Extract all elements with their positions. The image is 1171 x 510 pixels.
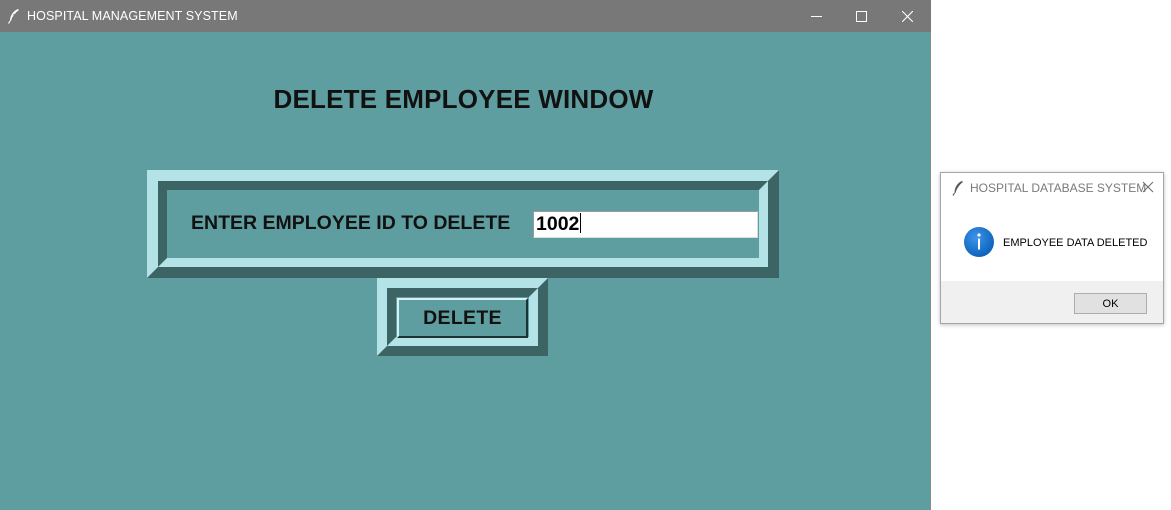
window-title: HOSPITAL MANAGEMENT SYSTEM [27,9,238,23]
feather-icon [7,8,21,24]
minimize-icon [810,15,822,17]
employee-id-value: 1002 [536,213,580,235]
dialog-title: HOSPITAL DATABASE SYSTEM [970,181,1147,195]
dialog-message: EMPLOYEE DATA DELETED [1003,237,1148,249]
dialog-close-icon[interactable] [1140,179,1156,195]
id-entry-frame-inner: ENTER EMPLOYEE ID TO DELETE 1002 [158,181,768,267]
ok-button[interactable]: OK [1074,293,1147,314]
main-window: HOSPITAL MANAGEMENT SYSTEM DELETE EMPLOY… [0,0,931,510]
info-icon [963,226,995,258]
employee-id-input[interactable]: 1002 [533,211,758,238]
minimize-button[interactable] [793,0,839,32]
page-title: DELETE EMPLOYEE WINDOW [273,84,654,114]
maximize-icon [855,10,867,22]
close-button[interactable] [884,0,930,32]
id-entry-frame: ENTER EMPLOYEE ID TO DELETE 1002 [147,170,779,278]
feather-icon [952,180,964,196]
dialog-footer: OK [941,281,1163,323]
delete-button[interactable]: DELETE [397,298,528,338]
close-icon [901,10,913,22]
employee-id-label: ENTER EMPLOYEE ID TO DELETE [191,212,511,234]
delete-button-frame: DELETE [377,278,548,356]
title-bar[interactable]: HOSPITAL MANAGEMENT SYSTEM [0,0,931,32]
text-caret [580,213,582,233]
maximize-button[interactable] [838,0,884,32]
delete-button-frame-inner: DELETE [387,288,538,346]
message-dialog: HOSPITAL DATABASE SYSTEM EMPLOYEE DATA D… [940,172,1164,324]
